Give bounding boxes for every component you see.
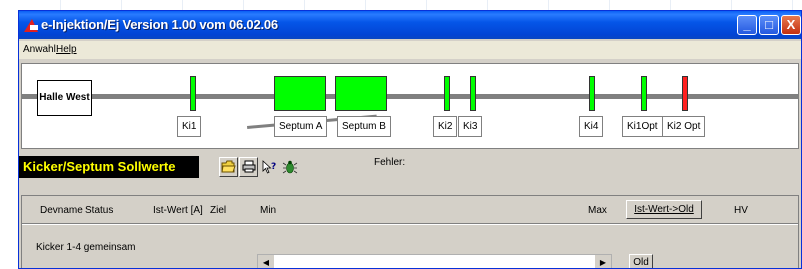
ist-wert-to-old-label: Ist-Wert->Old xyxy=(634,204,694,215)
ki1opt-label[interactable]: Ki1Opt xyxy=(622,116,663,137)
col-status: Status xyxy=(85,205,114,216)
septum-b-label[interactable]: Septum B xyxy=(337,116,391,137)
help-pointer-icon: ? xyxy=(262,160,276,174)
col-min: Min xyxy=(260,205,277,216)
toolbar: Kicker/Septum Sollwerte ? Fehler: xyxy=(19,151,801,187)
title-bar[interactable]: e-Injektion/Ej Version 1.00 vom 06.02.06… xyxy=(19,11,801,39)
open-folder-button[interactable] xyxy=(219,157,238,177)
kicker-1-4-slider[interactable]: ◀ ▶ xyxy=(257,254,612,268)
ki4-indicator[interactable] xyxy=(589,76,595,111)
menu-anwahl[interactable]: Anwahl xyxy=(23,44,56,55)
context-help-button[interactable]: ? xyxy=(260,157,279,177)
bug-icon xyxy=(282,160,297,174)
septum-a-label[interactable]: Septum A xyxy=(274,116,328,137)
col-max: Max xyxy=(588,205,607,216)
beamline-diagram: Halle West Ki1 Septum A Septum B Ki2 Ki3… xyxy=(21,63,799,149)
close-button[interactable]: X xyxy=(781,15,801,35)
svg-text:?: ? xyxy=(271,162,276,172)
ki4-label[interactable]: Ki4 xyxy=(579,116,604,137)
minimize-button[interactable]: _ xyxy=(737,15,757,35)
menu-bar: Anwahl Help xyxy=(19,41,801,59)
septum-a-indicator[interactable] xyxy=(274,76,326,111)
ki2-indicator[interactable] xyxy=(444,76,450,111)
ist-wert-to-old-button[interactable]: Ist-Wert->Old xyxy=(626,200,702,219)
ki2opt-label[interactable]: Ki2 Opt xyxy=(662,116,706,137)
ki3-label[interactable]: Ki3 xyxy=(458,116,483,137)
halle-west-box: Halle West xyxy=(37,80,92,116)
septum-b-indicator[interactable] xyxy=(335,76,387,111)
ki1-label[interactable]: Ki1 xyxy=(177,116,202,137)
maximize-button[interactable]: □ xyxy=(759,15,779,35)
ki3-indicator[interactable] xyxy=(470,76,476,111)
row-label-kicker-1-4: Kicker 1-4 gemeinsam xyxy=(36,242,136,253)
print-button[interactable] xyxy=(239,157,258,177)
menu-help[interactable]: Help xyxy=(56,44,77,55)
menu-help-label: Help xyxy=(56,44,77,55)
slider-right-arrow-icon[interactable]: ▶ xyxy=(595,255,611,268)
sollwerte-table: Devname Status Ist-Wert [A] Ziel Min Max… xyxy=(21,195,799,268)
ki1opt-indicator[interactable] xyxy=(641,76,647,111)
app-logo-icon xyxy=(24,19,38,32)
window-title: e-Injektion/Ej Version 1.00 vom 06.02.06 xyxy=(41,17,278,32)
panel-title: Kicker/Septum Sollwerte xyxy=(19,156,199,178)
ki1-indicator[interactable] xyxy=(190,76,196,111)
fehler-label: Fehler: xyxy=(374,157,406,168)
col-devname: Devname xyxy=(40,205,83,216)
debug-button[interactable] xyxy=(280,157,299,177)
app-window: e-Injektion/Ej Version 1.00 vom 06.02.06… xyxy=(18,10,802,269)
ki2-label[interactable]: Ki2 xyxy=(433,116,458,137)
col-hv: HV xyxy=(734,205,748,216)
slider-left-arrow-icon[interactable]: ◀ xyxy=(258,255,274,268)
open-folder-icon xyxy=(221,160,236,173)
ki2opt-indicator[interactable] xyxy=(682,76,688,111)
header-divider xyxy=(22,223,798,225)
kicker-1-4-old-button[interactable]: Old xyxy=(629,254,653,268)
col-istwert: Ist-Wert [A] xyxy=(153,205,203,216)
col-ziel: Ziel xyxy=(210,205,227,216)
print-icon xyxy=(242,160,255,173)
